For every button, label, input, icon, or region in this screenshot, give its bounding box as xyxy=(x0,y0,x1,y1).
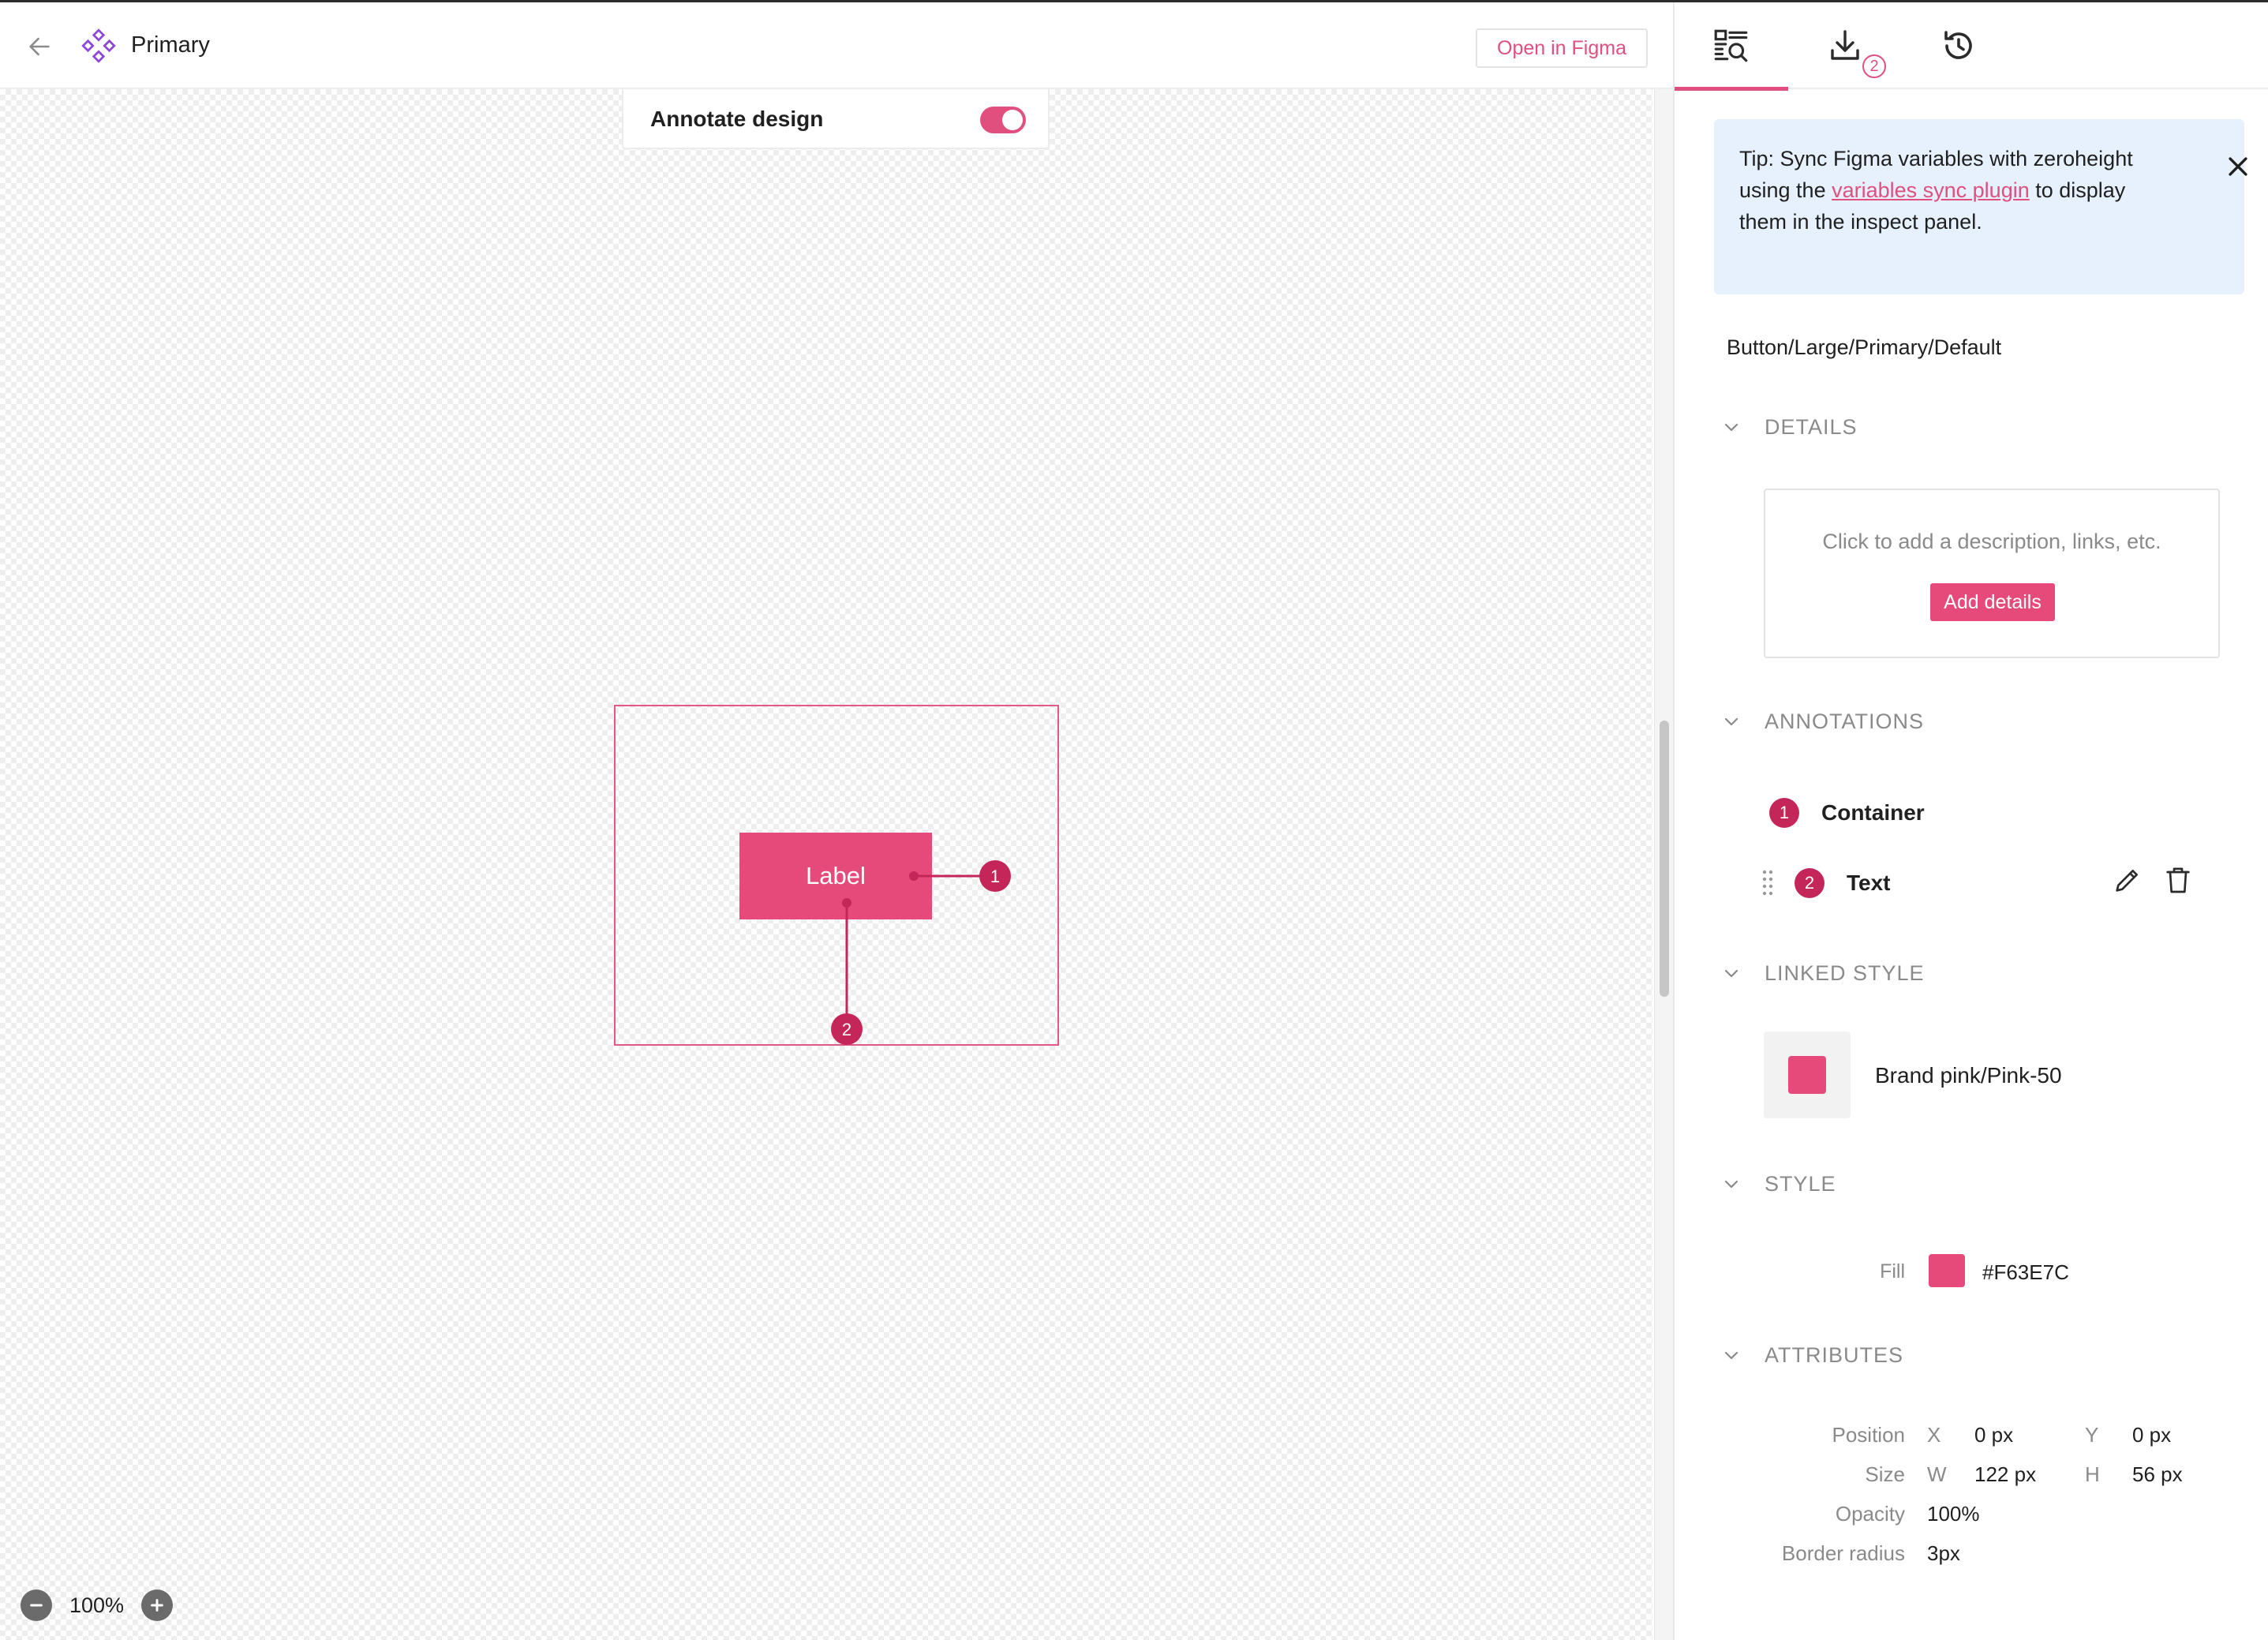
details-box[interactable]: Click to add a description, links, etc. … xyxy=(1764,489,2220,658)
canvas-scrollbar-thumb[interactable] xyxy=(1660,721,1669,997)
zoom-in-button[interactable] xyxy=(141,1589,174,1621)
component-title: Primary xyxy=(131,32,210,58)
section-style-title: STYLE xyxy=(1765,1171,1836,1196)
variables-sync-plugin-link[interactable]: variables sync plugin xyxy=(1832,178,2030,202)
close-icon xyxy=(2229,157,2247,176)
x-axis-label: X xyxy=(1927,1423,1941,1447)
trash-icon xyxy=(2166,867,2190,893)
drag-handle-icon[interactable] xyxy=(1761,869,1774,897)
annotation-item-2[interactable]: 2 Text xyxy=(1795,866,1891,901)
annotation-number-1: 1 xyxy=(1769,798,1799,828)
downloads-count-badge: 2 xyxy=(1862,54,1886,78)
inspect-panel: 2 Tip: Sync Figma variables with zerohei… xyxy=(1673,2,2268,1640)
inspect-icon xyxy=(1714,29,1748,62)
arrow-left-icon xyxy=(29,37,50,56)
tip-close-button[interactable] xyxy=(2219,148,2257,185)
component-icon xyxy=(81,28,116,63)
plus-icon xyxy=(151,1599,163,1612)
details-placeholder: Click to add a description, links, etc. xyxy=(1822,530,2161,553)
opacity-value: 100% xyxy=(1927,1502,1980,1526)
position-label: Position xyxy=(1832,1423,1906,1447)
annotation-name-1: Container xyxy=(1821,800,1925,825)
height-value: 56 px xyxy=(2132,1462,2183,1486)
border-radius-value: 3px xyxy=(1927,1541,1960,1565)
zoom-level: 100% xyxy=(69,1593,125,1617)
panel-tabs: 2 xyxy=(1675,2,2268,91)
annotate-design-bar: Annotate design xyxy=(622,89,1050,149)
annotate-design-label: Annotate design xyxy=(650,107,824,131)
section-details-header[interactable]: DETAILS xyxy=(1717,411,1858,443)
section-linked-style-title: LINKED STYLE xyxy=(1765,960,1925,985)
download-icon xyxy=(1831,30,1859,60)
tab-inspect[interactable] xyxy=(1675,2,1788,91)
back-button[interactable] xyxy=(22,29,57,64)
chevron-down-icon xyxy=(1724,1351,1738,1360)
tab-downloads[interactable] xyxy=(1788,2,1902,89)
annotation-number-2: 2 xyxy=(1795,868,1825,898)
annotation-item-1[interactable]: 1 Container xyxy=(1769,796,1925,830)
chevron-down-icon xyxy=(1724,969,1738,978)
h-axis-label: H xyxy=(2085,1462,2100,1486)
chevron-down-icon xyxy=(1724,717,1738,726)
component-path: Button/Large/Primary/Default xyxy=(1727,335,2002,359)
sync-variables-tip: Tip: Sync Figma variables with zeroheigh… xyxy=(1714,119,2247,294)
annotate-design-toggle[interactable] xyxy=(980,107,1026,133)
section-attributes-title: ATTRIBUTES xyxy=(1765,1342,1904,1367)
section-details-title: DETAILS xyxy=(1765,414,1858,439)
add-details-button[interactable]: Add details xyxy=(1930,583,2055,621)
chevron-down-icon xyxy=(1724,423,1738,432)
fill-label: Fill xyxy=(1880,1260,1905,1282)
width-value: 122 px xyxy=(1974,1462,2037,1486)
canvas-scrollbar[interactable] xyxy=(1654,89,1673,1640)
x-value: 0 px xyxy=(1974,1423,2014,1447)
toggle-knob xyxy=(1002,110,1023,130)
zoom-control: 100% xyxy=(21,1587,174,1623)
fill-color-swatch xyxy=(1929,1254,1965,1287)
delete-annotation-button[interactable] xyxy=(2159,861,2197,899)
viewer-header: Primary Open in Figma xyxy=(0,2,1673,89)
linked-style-swatch xyxy=(1764,1032,1851,1118)
tab-history[interactable] xyxy=(1902,2,2015,89)
y-value: 0 px xyxy=(2132,1423,2172,1447)
annotation-name-2: Text xyxy=(1847,871,1891,895)
section-style-header[interactable]: STYLE xyxy=(1717,1168,1836,1200)
zoom-out-button[interactable] xyxy=(21,1589,52,1621)
section-annotations-title: ANNOTATIONS xyxy=(1765,709,1925,733)
border-radius-label: Border radius xyxy=(1781,1541,1905,1565)
section-linked-style-header[interactable]: LINKED STYLE xyxy=(1717,957,1925,989)
linked-style-name: Brand pink/Pink-50 xyxy=(1875,1063,2062,1088)
component-preview-button[interactable]: Label xyxy=(739,833,932,919)
edit-annotation-button[interactable] xyxy=(2109,861,2146,899)
fill-hex-value: #F63E7C xyxy=(1982,1260,2069,1284)
minus-icon xyxy=(30,1604,43,1607)
design-viewer: Primary Open in Figma Annotate design La… xyxy=(0,2,1673,1640)
section-annotations-header[interactable]: ANNOTATIONS xyxy=(1717,706,1924,737)
pencil-icon xyxy=(2116,870,2138,892)
chevron-down-icon xyxy=(1724,1180,1738,1189)
size-label: Size xyxy=(1865,1462,1905,1486)
history-icon xyxy=(1944,31,1972,59)
opacity-label: Opacity xyxy=(1835,1502,1905,1526)
open-in-figma-button[interactable]: Open in Figma xyxy=(1476,28,1648,68)
y-axis-label: Y xyxy=(2085,1423,2099,1447)
linked-style-color xyxy=(1788,1056,1826,1094)
section-attributes-header[interactable]: ATTRIBUTES xyxy=(1717,1339,1903,1371)
w-axis-label: W xyxy=(1927,1462,1947,1486)
